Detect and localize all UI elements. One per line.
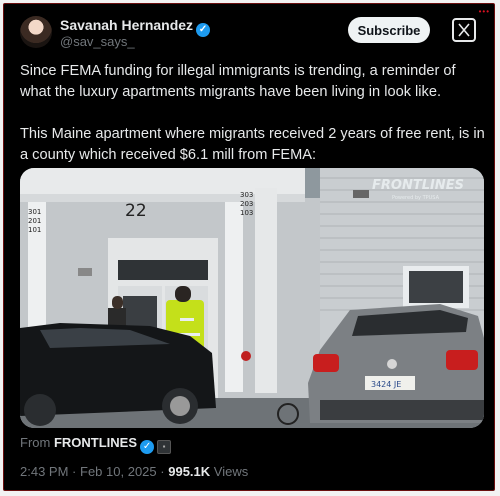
window-dots: •••: [478, 7, 490, 16]
author-name[interactable]: Savanah Hernandez: [60, 17, 193, 33]
x-logo-icon[interactable]: [452, 18, 476, 42]
meta-separator-2: ·: [160, 464, 165, 479]
meta-separator: ·: [72, 464, 77, 479]
license-plate: 3424 JE: [371, 380, 401, 389]
views-label: Views: [213, 464, 249, 479]
media-watermark-sub: Powered by TPUSA: [392, 195, 440, 201]
tweet-header: Savanah Hernandez ✓ @sav_says_ Subscribe: [20, 16, 480, 52]
source-attribution[interactable]: From FRONTLINES ✓ ▪: [20, 435, 172, 454]
tweet-date[interactable]: Feb 10, 2025: [80, 464, 157, 479]
media-watermark: FRONTLINES: [372, 178, 464, 193]
avatar[interactable]: [20, 16, 52, 48]
unit-number-left-3: 101: [28, 226, 41, 234]
apartment-photo: 22 301 201 101 303 203 103 FRONTLINES Po…: [20, 168, 484, 428]
unit-number-right-2: 203: [240, 200, 253, 208]
source-badge-icon: ▪: [157, 440, 172, 454]
author-handle[interactable]: @sav_says_: [60, 34, 135, 49]
tweet-paragraph-1: Since FEMA funding for illegal immigrant…: [20, 63, 456, 100]
views-count: 995.1K: [168, 464, 211, 479]
verified-badge-icon: ✓: [196, 23, 211, 37]
tweet-time[interactable]: 2:43 PM: [20, 464, 68, 479]
tweet-card: ••• Savanah Hernandez ✓ @sav_says_ Subscr…: [3, 3, 495, 491]
unit-number-right-3: 103: [240, 209, 253, 217]
tweet-photo[interactable]: 22 301 201 101 303 203 103 FRONTLINES Po…: [20, 168, 484, 428]
tweet-paragraph-2: This Maine apartment where migrants rece…: [20, 126, 485, 163]
unit-number-left-2: 201: [28, 217, 41, 225]
verified-badge-icon: ✓: [140, 440, 155, 454]
source-prefix: From: [20, 435, 51, 450]
unit-number-right-1: 303: [240, 191, 253, 199]
source-name[interactable]: FRONTLINES: [54, 435, 137, 450]
building-number: 22: [125, 201, 147, 221]
unit-number-left-1: 301: [28, 208, 41, 216]
subscribe-button[interactable]: Subscribe: [348, 17, 430, 43]
tweet-meta: 2:43 PM · Feb 10, 2025 · 995.1K Views: [20, 464, 248, 479]
